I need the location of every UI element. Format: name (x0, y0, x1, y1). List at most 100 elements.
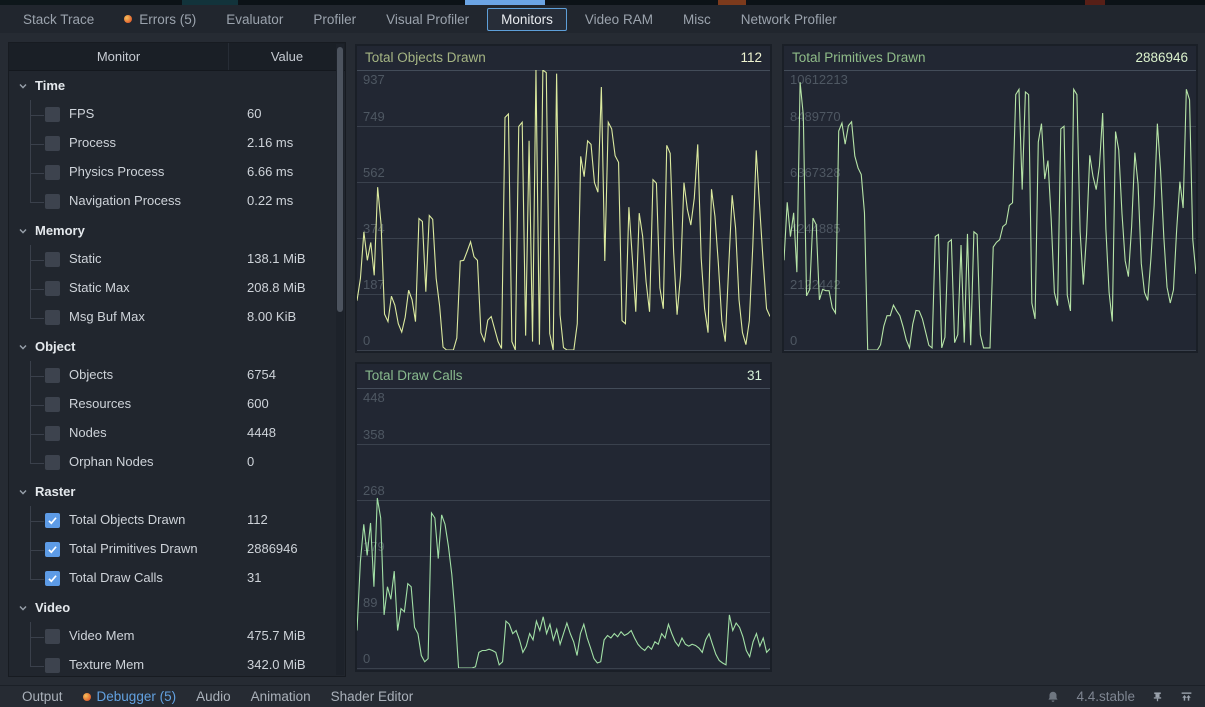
tree-guide-line (30, 666, 44, 667)
chart-header: Total Draw Calls31 (357, 364, 770, 386)
tree-guide-line (30, 289, 44, 290)
monitor-row-total-primitives-drawn[interactable]: Total Primitives Drawn2886946 (9, 535, 345, 564)
tab-label: Stack Trace (23, 12, 94, 27)
section-label: Object (35, 339, 75, 354)
bottom-tab-shader-editor[interactable]: Shader Editor (321, 689, 424, 704)
checkbox-checked[interactable] (45, 513, 60, 528)
monitor-label: Total Objects Drawn (69, 512, 185, 527)
monitor-label: FPS (69, 106, 94, 121)
tab-stack-trace[interactable]: Stack Trace (8, 8, 109, 31)
monitor-row-total-objects-drawn[interactable]: Total Objects Drawn112 (9, 506, 345, 535)
tree-guide-line (30, 187, 31, 202)
tab-video-ram[interactable]: Video RAM (570, 8, 668, 31)
monitor-row-orphan-nodes[interactable]: Orphan Nodes0 (9, 448, 345, 477)
section-label: Memory (35, 223, 85, 238)
checkbox-unchecked[interactable] (45, 165, 60, 180)
monitor-row-static-max[interactable]: Static Max208.8 MiB (9, 274, 345, 303)
expand-bottom-panel-icon[interactable] (1180, 690, 1193, 703)
checkbox-checked[interactable] (45, 542, 60, 557)
tree-guide-line (30, 260, 44, 261)
checkbox-unchecked[interactable] (45, 368, 60, 383)
bottom-tab-output[interactable]: Output (12, 689, 73, 704)
bottom-tab-label: Shader Editor (331, 689, 414, 704)
monitor-row-texture-mem[interactable]: Texture Mem342.0 MiB (9, 651, 345, 677)
monitor-label: Navigation Process (69, 193, 181, 208)
monitor-row-navigation-process[interactable]: Navigation Process 0.22 ms (9, 187, 345, 216)
tab-network-profiler[interactable]: Network Profiler (726, 8, 852, 31)
checkbox-unchecked[interactable] (45, 426, 60, 441)
error-dot-icon (83, 693, 91, 701)
tree-header: Monitor Value (9, 43, 345, 71)
checkbox-unchecked[interactable] (45, 252, 60, 267)
bottom-tab-debugger-5[interactable]: Debugger (5) (73, 689, 187, 704)
tree-guide-line (30, 434, 44, 435)
monitor-value: 6.66 ms (247, 164, 293, 179)
tab-label: Network Profiler (741, 12, 837, 27)
checkbox-unchecked[interactable] (45, 397, 60, 412)
monitor-value: 208.8 MiB (247, 280, 306, 295)
notification-bell-icon[interactable] (1046, 690, 1060, 704)
section-raster[interactable]: Raster (9, 477, 345, 506)
tab-monitors[interactable]: Monitors (487, 8, 567, 31)
section-memory[interactable]: Memory (9, 216, 345, 245)
monitor-row-fps[interactable]: FPS 60 (9, 100, 345, 129)
gridline (357, 350, 770, 351)
checkbox-unchecked[interactable] (45, 455, 60, 470)
version-label: 4.4.stable (1076, 689, 1135, 704)
gridline (357, 668, 770, 669)
checkbox-unchecked[interactable] (45, 310, 60, 325)
monitor-value: 60 (247, 106, 261, 121)
monitor-label: Physics Process (69, 164, 164, 179)
monitor-label: Total Primitives Drawn (69, 541, 198, 556)
tree-guide-line (30, 303, 31, 318)
tree-guide-line (30, 564, 31, 579)
monitor-row-nodes[interactable]: Nodes4448 (9, 419, 345, 448)
pin-bottom-panel-icon[interactable] (1151, 690, 1164, 703)
monitor-row-resources[interactable]: Resources600 (9, 390, 345, 419)
bottom-tab-audio[interactable]: Audio (186, 689, 241, 704)
checkbox-unchecked[interactable] (45, 136, 60, 151)
checkbox-unchecked[interactable] (45, 107, 60, 122)
chevron-down-icon (18, 81, 28, 91)
tab-evaluator[interactable]: Evaluator (211, 8, 298, 31)
checkbox-unchecked[interactable] (45, 658, 60, 673)
monitor-row-video-mem[interactable]: Video Mem475.7 MiB (9, 622, 345, 651)
tree-guide-line (30, 318, 44, 319)
tab-label: Evaluator (226, 12, 283, 27)
chart-title: Total Primitives Drawn (792, 50, 926, 65)
section-video[interactable]: Video (9, 593, 345, 622)
checkbox-unchecked[interactable] (45, 629, 60, 644)
monitor-value: 8.00 KiB (247, 309, 296, 324)
checkbox-checked[interactable] (45, 571, 60, 586)
monitor-value: 475.7 MiB (247, 628, 306, 643)
chart-line (357, 70, 770, 350)
tab-misc[interactable]: Misc (668, 8, 726, 31)
monitor-label: Texture Mem (69, 657, 144, 672)
section-label: Time (35, 78, 65, 93)
tab-label: Misc (683, 12, 711, 27)
tab-errors-5[interactable]: Errors (5) (109, 8, 211, 31)
tab-label: Monitors (501, 12, 553, 27)
monitor-row-msg-buf-max[interactable]: Msg Buf Max8.00 KiB (9, 303, 345, 332)
monitor-value: 0 (247, 454, 254, 469)
tab-profiler[interactable]: Profiler (298, 8, 371, 31)
chart-header: Total Primitives Drawn2886946 (784, 46, 1196, 68)
monitor-row-static[interactable]: Static138.1 MiB (9, 245, 345, 274)
monitor-value: 0.22 ms (247, 193, 293, 208)
section-object[interactable]: Object (9, 332, 345, 361)
checkbox-unchecked[interactable] (45, 281, 60, 296)
monitor-row-physics-process[interactable]: Physics Process 6.66 ms (9, 158, 345, 187)
tab-visual-profiler[interactable]: Visual Profiler (371, 8, 484, 31)
scrollbar-track[interactable] (336, 44, 344, 675)
scrollbar-thumb[interactable] (337, 47, 343, 312)
tree-guide-line (30, 521, 44, 522)
section-time[interactable]: Time (9, 71, 345, 100)
checkbox-unchecked[interactable] (45, 194, 60, 209)
monitor-label: Static (69, 251, 102, 266)
monitor-row-total-draw-calls[interactable]: Total Draw Calls31 (9, 564, 345, 593)
monitor-row-objects[interactable]: Objects6754 (9, 361, 345, 390)
monitor-row-process[interactable]: Process2.16 ms (9, 129, 345, 158)
monitor-tree: Time FPS 60 Process2.16 ms Physics Process 6.… (9, 71, 345, 677)
bottom-tab-animation[interactable]: Animation (241, 689, 321, 704)
tree-guide-line (30, 550, 44, 551)
